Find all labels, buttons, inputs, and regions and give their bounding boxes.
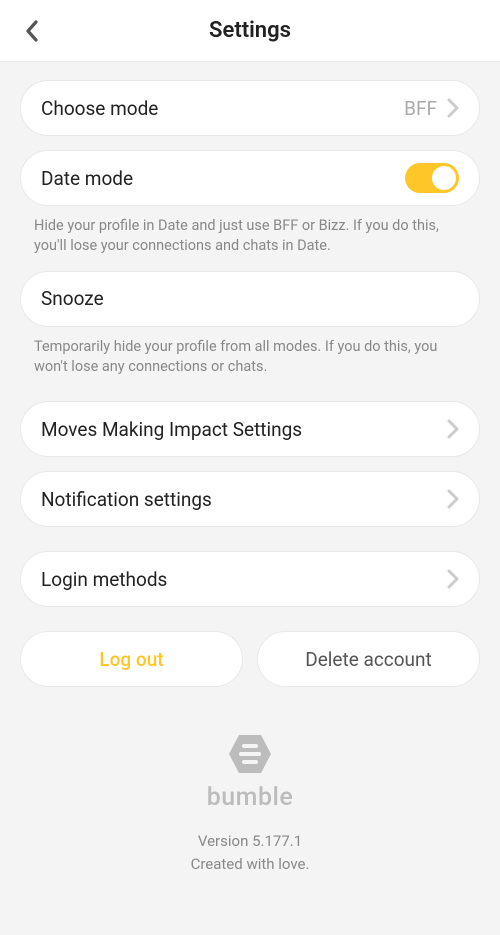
back-button[interactable] — [14, 13, 50, 49]
snooze-row[interactable]: Snooze — [20, 271, 480, 327]
version-text: Version 5.177.1 — [20, 830, 480, 853]
login-methods-row[interactable]: Login methods — [20, 551, 480, 607]
date-mode-row[interactable]: Date mode — [20, 150, 480, 206]
chevron-right-icon — [447, 489, 459, 509]
footer: bumble Version 5.177.1 Created with love… — [20, 733, 480, 875]
choose-mode-value: BFF — [404, 97, 437, 120]
snooze-label: Snooze — [41, 287, 459, 310]
delete-account-button[interactable]: Delete account — [257, 631, 480, 687]
notifications-row[interactable]: Notification settings — [20, 471, 480, 527]
brand-name: bumble — [20, 783, 480, 812]
choose-mode-label: Choose mode — [41, 97, 404, 120]
date-mode-hint: Hide your profile in Date and just use B… — [34, 216, 472, 257]
choose-mode-row[interactable]: Choose mode BFF — [20, 80, 480, 136]
bumble-logo-icon — [20, 733, 480, 775]
header: Settings — [0, 0, 500, 62]
action-buttons: Log out Delete account — [20, 631, 480, 687]
snooze-hint: Temporarily hide your profile from all m… — [34, 337, 472, 378]
chevron-left-icon — [24, 19, 40, 43]
tagline-text: Created with love. — [20, 853, 480, 876]
chevron-right-icon — [447, 569, 459, 589]
moves-label: Moves Making Impact Settings — [41, 418, 447, 441]
date-mode-toggle[interactable] — [405, 163, 459, 193]
content: Choose mode BFF Date mode Hide your prof… — [0, 80, 500, 875]
page-title: Settings — [209, 18, 291, 43]
chevron-right-icon — [447, 419, 459, 439]
toggle-knob — [432, 166, 456, 190]
logout-button[interactable]: Log out — [20, 631, 243, 687]
login-label: Login methods — [41, 568, 447, 591]
moves-row[interactable]: Moves Making Impact Settings — [20, 401, 480, 457]
date-mode-label: Date mode — [41, 167, 405, 190]
chevron-right-icon — [447, 98, 459, 118]
notifications-label: Notification settings — [41, 488, 447, 511]
